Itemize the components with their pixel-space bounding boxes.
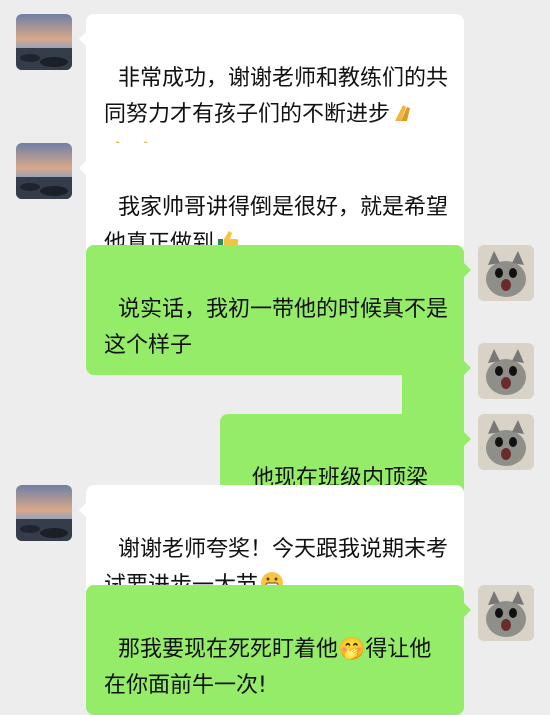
user-avatar[interactable] bbox=[478, 585, 534, 641]
contact-avatar[interactable] bbox=[16, 485, 72, 541]
user-avatar[interactable] bbox=[478, 414, 534, 470]
message-text: 那我要现在死死盯着他🤭得让他在你面前牛一次! bbox=[104, 637, 432, 698]
message-bubble[interactable]: 那我要现在死死盯着他🤭得让他在你面前牛一次! bbox=[86, 585, 471, 715]
contact-avatar[interactable] bbox=[16, 143, 72, 199]
user-avatar[interactable] bbox=[478, 245, 534, 301]
message-text: 说实话，我初一带他的时候真不是这个样子 bbox=[104, 297, 449, 358]
folded-hands-icon bbox=[391, 99, 417, 125]
user-avatar[interactable] bbox=[478, 343, 534, 399]
contact-avatar[interactable] bbox=[16, 14, 72, 70]
